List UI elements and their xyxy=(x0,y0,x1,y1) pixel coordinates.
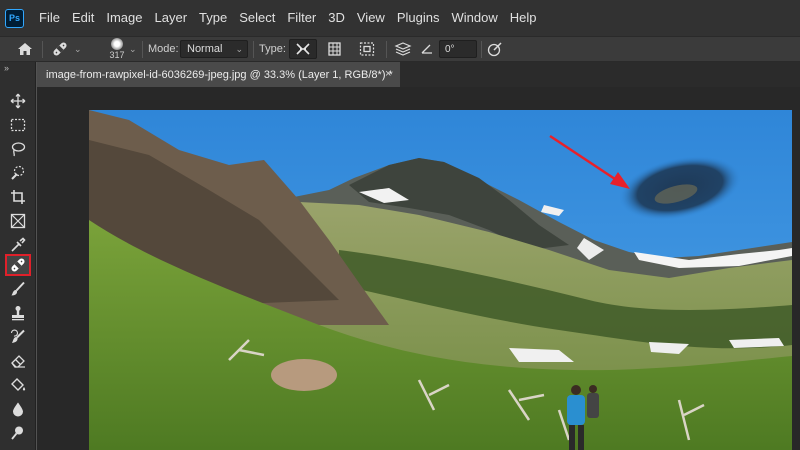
menu-layer[interactable]: Layer xyxy=(149,0,194,36)
frame-tool[interactable] xyxy=(5,210,31,232)
menu-edit[interactable]: Edit xyxy=(66,0,100,36)
sample-all-layers-icon xyxy=(394,42,412,56)
lasso-tool[interactable] xyxy=(5,138,31,160)
eraser-icon xyxy=(11,355,25,368)
rectangular-marquee-icon xyxy=(10,118,26,132)
move-tool[interactable] xyxy=(5,90,31,112)
photoshop-logo-icon[interactable]: Ps xyxy=(5,8,24,28)
tool-preset-picker[interactable]: ⌄ xyxy=(50,37,86,61)
brush-icon xyxy=(11,281,25,296)
close-tab-button[interactable]: × xyxy=(385,62,391,87)
angle-input[interactable]: 0° xyxy=(439,40,477,58)
menu-plugins[interactable]: Plugins xyxy=(391,0,446,36)
eraser-tool[interactable] xyxy=(5,350,31,372)
dodge-icon xyxy=(11,426,23,440)
options-bar: ⌄ 317 ⌄ Mode: Normal ⌄ Type: 0° xyxy=(0,36,800,62)
document-tab-bar: image-from-rawpixel-id-6036269-jpeg.jpg … xyxy=(37,62,800,87)
document-tab[interactable]: image-from-rawpixel-id-6036269-jpeg.jpg … xyxy=(37,62,400,87)
options-separator xyxy=(142,41,143,58)
blur-tool[interactable] xyxy=(5,398,31,420)
menu-view[interactable]: View xyxy=(351,0,391,36)
menu-image[interactable]: Image xyxy=(100,0,148,36)
pressure-icon xyxy=(487,42,502,57)
brush-tool[interactable] xyxy=(5,278,31,300)
chevron-down-icon[interactable]: ⌄ xyxy=(129,37,137,61)
clone-stamp-icon xyxy=(12,306,24,321)
spot-healing-brush-icon xyxy=(53,42,67,56)
quick-selection-tool[interactable] xyxy=(5,162,31,184)
menu-bar: Ps File Edit Image Layer Type Select Fil… xyxy=(0,0,800,36)
spot-healing-brush-icon xyxy=(11,258,25,272)
type-content-aware-button[interactable] xyxy=(289,39,317,59)
content-aware-icon xyxy=(296,43,310,55)
menu-window[interactable]: Window xyxy=(445,0,503,36)
collapse-toolbar-button[interactable]: ›› xyxy=(4,63,9,73)
document-tab-title: image-from-rawpixel-id-6036269-jpeg.jpg … xyxy=(46,68,393,81)
dodge-tool[interactable] xyxy=(5,422,31,444)
document-canvas[interactable] xyxy=(89,110,792,450)
mode-label: Mode: xyxy=(148,43,179,55)
eyedropper-tool[interactable] xyxy=(5,234,31,256)
options-separator xyxy=(481,41,482,58)
pressure-size-button[interactable] xyxy=(487,37,503,61)
lasso-icon xyxy=(11,142,26,157)
menu-filter[interactable]: Filter xyxy=(281,0,322,36)
crop-tool[interactable] xyxy=(5,186,31,208)
history-brush-tool[interactable] xyxy=(5,326,31,348)
brush-tip-icon xyxy=(111,38,123,50)
type-label: Type: xyxy=(259,43,286,55)
mode-dropdown[interactable]: Normal ⌄ xyxy=(180,40,248,58)
paint-bucket-tool[interactable] xyxy=(5,374,31,396)
angle-icon xyxy=(420,37,434,61)
menu-help[interactable]: Help xyxy=(504,0,543,36)
chevron-down-icon: ⌄ xyxy=(235,43,243,54)
paint-bucket-icon xyxy=(11,378,26,391)
mode-value: Normal xyxy=(187,43,223,55)
options-separator xyxy=(42,41,43,58)
marquee-tool[interactable] xyxy=(5,114,31,136)
options-separator xyxy=(386,41,387,58)
menu-file[interactable]: File xyxy=(33,0,66,36)
texture-icon xyxy=(328,42,341,56)
menu-3d[interactable]: 3D xyxy=(322,0,351,36)
menu-type[interactable]: Type xyxy=(193,0,233,36)
eyedropper-icon xyxy=(11,237,26,252)
brush-size-value: 317 xyxy=(109,50,125,60)
blur-icon xyxy=(13,402,23,417)
sample-all-layers-button[interactable] xyxy=(389,39,417,59)
frame-icon xyxy=(10,213,26,229)
home-button[interactable] xyxy=(14,37,36,61)
boulder xyxy=(271,359,337,391)
proximity-match-icon xyxy=(359,42,375,56)
home-icon xyxy=(18,43,32,55)
type-create-texture-button[interactable] xyxy=(321,39,349,59)
options-separator xyxy=(253,41,254,58)
history-brush-icon xyxy=(10,329,25,343)
quick-selection-icon xyxy=(11,165,25,180)
clone-stamp-tool[interactable] xyxy=(5,302,31,324)
menu-select[interactable]: Select xyxy=(233,0,281,36)
mountain-photo xyxy=(89,110,792,450)
tools-panel: ›› xyxy=(0,62,36,450)
type-proximity-match-button[interactable] xyxy=(353,39,381,59)
spot-healing-brush-tool[interactable] xyxy=(5,254,31,276)
move-icon xyxy=(10,93,26,109)
chevron-down-icon: ⌄ xyxy=(74,43,82,54)
crop-icon xyxy=(11,190,25,204)
